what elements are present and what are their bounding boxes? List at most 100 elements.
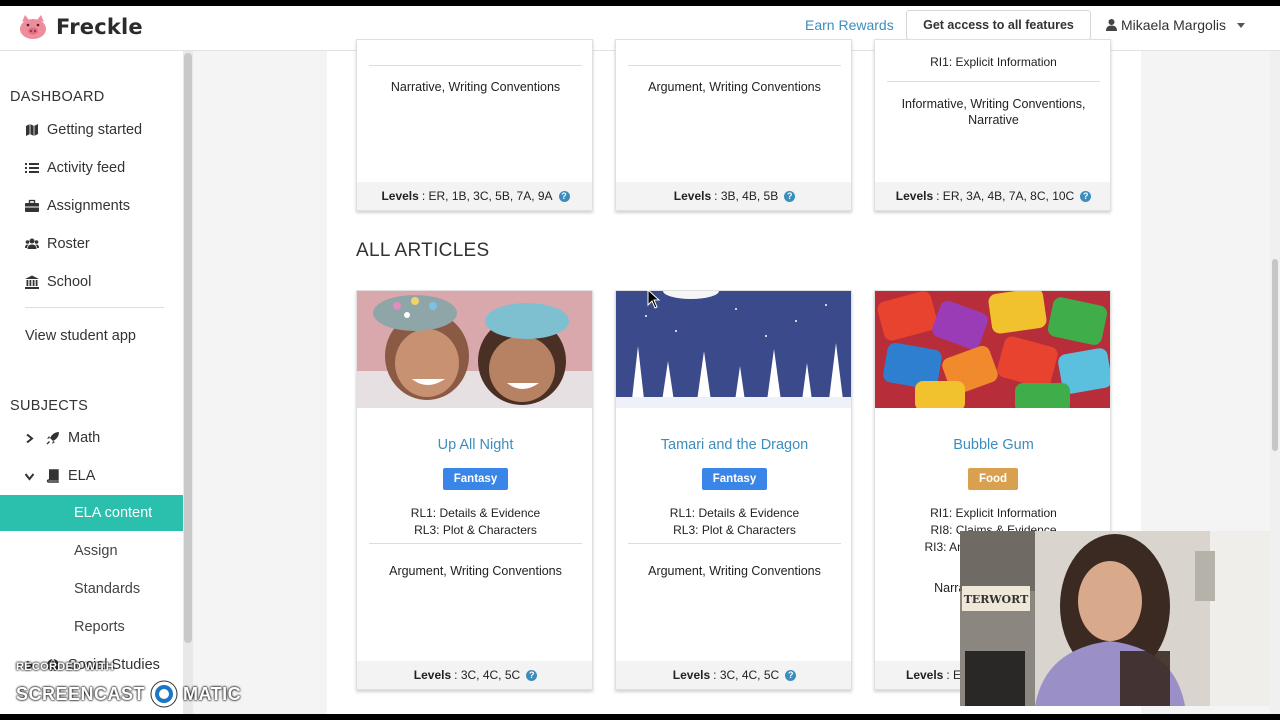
article-thumbnail[interactable] <box>875 291 1110 408</box>
mouse-cursor-icon <box>647 289 661 309</box>
levels-label: Levels <box>381 189 419 203</box>
institution-icon <box>25 275 39 289</box>
card-skills: Argument, Writing Conventions <box>648 80 821 94</box>
levels-label: Levels <box>673 189 712 203</box>
sidebar-item-label: School <box>47 274 92 290</box>
card-standard: RL1: Details & Evidence <box>669 506 800 520</box>
card-levels: Levels: ER, 3A, 4B, 7A, 8C, 10C? <box>875 182 1110 210</box>
card-divider <box>628 65 841 66</box>
levels-value: : 3C, 4C, 5C <box>454 668 521 682</box>
levels-label: Levels <box>906 668 944 682</box>
card-divider <box>369 65 582 66</box>
rocket-icon <box>46 431 60 445</box>
card-skills: Informative, Writing Conventions, Narrat… <box>901 97 1086 127</box>
watermark-recorded-with: RECORDED WITH <box>16 661 115 673</box>
sidebar-item-activity-feed[interactable]: Activity feed <box>0 153 183 183</box>
levels-label: Levels <box>413 668 452 682</box>
chevron-down-icon <box>25 472 34 481</box>
top-article-card[interactable]: RI1: Explicit Information Informative, W… <box>874 39 1111 211</box>
watermark-word-1: SCREENCAST <box>16 683 146 704</box>
brand-name: Freckle <box>56 15 143 39</box>
main-scrollbar-thumb[interactable] <box>1272 259 1278 451</box>
chevron-down-icon <box>1237 22 1246 28</box>
get-access-button[interactable]: Get access to all features <box>906 10 1091 40</box>
card-standard: RL1: Details & Evidence <box>410 506 541 520</box>
sidebar-item-standards[interactable]: Standards <box>0 571 183 607</box>
help-icon[interactable]: ? <box>784 190 796 202</box>
watermark-word-2: MATIC <box>183 683 242 704</box>
users-icon <box>25 237 39 251</box>
levels-label: Levels <box>895 189 934 203</box>
sidebar-item-label: Activity feed <box>47 160 126 176</box>
watermark-brand: SCREENCAST MATIC <box>16 679 241 709</box>
genre-badge: Fantasy <box>702 468 767 490</box>
user-name: Mikaela Margolis <box>1121 17 1227 33</box>
article-thumbnail[interactable] <box>357 291 592 408</box>
map-icon <box>25 123 39 137</box>
sidebar-item-school[interactable]: School <box>0 267 183 297</box>
sidebar: DASHBOARD Getting started Activity feed … <box>0 51 183 714</box>
article-card[interactable]: Tamari and the Dragon Fantasy RL1: Detai… <box>615 290 852 690</box>
card-standard: RI1: Explicit Information <box>930 506 1057 520</box>
sidebar-item-label: Math <box>68 430 101 446</box>
subjects-heading: SUBJECTS <box>10 398 89 414</box>
levels-value: : 3B, 4B, 5B <box>714 189 779 203</box>
chevron-right-icon <box>26 433 34 443</box>
card-divider <box>628 543 841 544</box>
help-icon[interactable]: ? <box>1080 190 1092 202</box>
top-article-card[interactable]: Narrative, Writing Conventions Levels: E… <box>356 39 593 211</box>
sidebar-item-ela[interactable]: ELA <box>0 461 183 491</box>
levels-value: : 3C, 4C, 5C <box>713 668 780 682</box>
sidebar-item-label: ELA <box>68 468 96 484</box>
card-divider <box>887 81 1100 82</box>
levels-value: : ER, 3A, 4B, 7A, 8C, 10C <box>936 189 1075 203</box>
app-screen: Freckle Earn Rewards Get access to all f… <box>0 6 1280 714</box>
levels-value: : ER, 1B, 3C, 5B, 7A, 9A <box>421 189 553 203</box>
section-title: ALL ARTICLES <box>356 240 490 261</box>
book-icon <box>46 469 60 483</box>
genre-badge: Food <box>968 468 1018 490</box>
help-icon[interactable]: ? <box>785 669 797 681</box>
card-standard: RL3: Plot & Characters <box>414 523 537 537</box>
view-student-app-link[interactable]: View student app <box>0 321 183 351</box>
help-icon[interactable]: ? <box>526 669 538 681</box>
sidebar-scrollbar[interactable] <box>183 51 193 714</box>
earn-rewards-link[interactable]: Earn Rewards <box>805 17 894 33</box>
sidebar-item-label: Roster <box>47 236 90 252</box>
card-skills: Argument, Writing Conventions <box>648 564 821 578</box>
main-scrollbar[interactable] <box>1270 51 1280 714</box>
pig-logo-icon <box>20 15 46 39</box>
sidebar-item-roster[interactable]: Roster <box>0 229 183 259</box>
genre-badge: Fantasy <box>443 468 508 490</box>
sidebar-item-label: Assignments <box>47 198 131 214</box>
article-title[interactable]: Tamari and the Dragon <box>616 437 851 453</box>
user-menu[interactable]: Mikaela Margolis <box>1106 17 1246 33</box>
article-card[interactable]: Up All Night Fantasy RL1: Details & Evid… <box>356 290 593 690</box>
article-title[interactable]: Up All Night <box>357 437 592 453</box>
card-levels: Levels: 3C, 4C, 5C? <box>357 661 592 689</box>
sidebar-item-label: Getting started <box>47 122 143 138</box>
sidebar-item-reports[interactable]: Reports <box>0 609 183 645</box>
user-icon <box>1106 19 1117 31</box>
webcam-overlay: TERWORT <box>960 531 1270 706</box>
sidebar-item-assign[interactable]: Assign <box>0 533 183 569</box>
dashboard-heading: DASHBOARD <box>10 89 105 105</box>
sidebar-item-assignments[interactable]: Assignments <box>0 191 183 221</box>
brand-logo-link[interactable]: Freckle <box>18 12 143 42</box>
help-icon[interactable]: ? <box>558 190 570 202</box>
card-standard: RI1: Explicit Information <box>930 55 1057 69</box>
sidebar-scrollbar-thumb[interactable] <box>184 53 192 643</box>
sidebar-item-math[interactable]: Math <box>0 423 183 453</box>
card-standard: RL3: Plot & Characters <box>673 523 796 537</box>
sidebar-divider <box>25 307 164 308</box>
sidebar-item-getting-started[interactable]: Getting started <box>0 115 183 145</box>
levels-label: Levels <box>672 668 711 682</box>
briefcase-icon <box>25 199 39 213</box>
card-levels: Levels: 3C, 4C, 5C? <box>616 661 851 689</box>
top-article-card[interactable]: Argument, Writing Conventions Levels: 3B… <box>615 39 852 211</box>
screencast-logo-icon <box>150 680 178 708</box>
card-skills: Narrative, Writing Conventions <box>390 80 561 94</box>
sidebar-item-ela-content[interactable]: ELA content <box>0 495 183 531</box>
card-levels: Levels: 3B, 4B, 5B? <box>616 182 851 210</box>
article-title[interactable]: Bubble Gum <box>875 437 1110 453</box>
